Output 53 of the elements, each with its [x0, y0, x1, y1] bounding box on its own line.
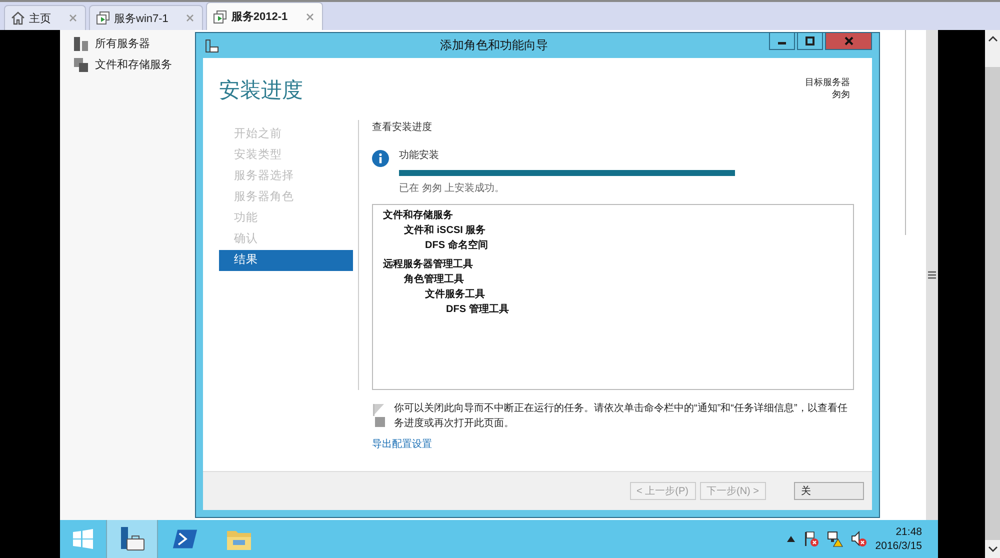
network-warning-icon[interactable] [827, 531, 844, 547]
result-item: DFS 管理工具 [446, 304, 509, 315]
browser-tab[interactable]: 主页 [4, 5, 86, 30]
export-link[interactable]: 导出配置设置 [372, 437, 432, 451]
maximize-button[interactable] [797, 33, 823, 50]
result-item: 文件和存储服务 [383, 210, 453, 221]
result-item: 文件和 iSCSI 服务 [404, 225, 486, 236]
wizard-icon [205, 38, 219, 52]
target-server-label: 目标服务器 [805, 76, 850, 88]
result-item: 文件服务工具 [425, 289, 485, 300]
note-text: 你可以关闭此向导而不中断正在运行的任务。请依次单击命令栏中的“通知”和“任务详细信息”，以查看任务进度或再次打开此页面。 [394, 402, 848, 431]
nav-item[interactable]: 所有服务器 [74, 36, 150, 51]
tab-label: 主页 [29, 12, 51, 26]
storage-icon [74, 58, 88, 72]
vm-icon [213, 10, 228, 24]
close-button[interactable] [825, 33, 872, 50]
maximize-icon [805, 36, 815, 46]
taskbar-app[interactable] [106, 520, 158, 558]
browser-tab[interactable]: 服务win7-1 [89, 5, 204, 30]
wizard-button[interactable]: 关 [794, 482, 864, 500]
wizard-step[interactable]: 结果 [219, 250, 353, 271]
scroll-down-icon[interactable] [988, 546, 998, 552]
task-label: 功能安装 [399, 148, 439, 162]
caret-icon[interactable] [787, 536, 796, 542]
home-icon [11, 11, 25, 25]
vm-icon [96, 11, 110, 25]
flag-icon [372, 404, 386, 428]
close-icon[interactable] [306, 12, 314, 20]
flag-error-icon[interactable] [803, 531, 820, 547]
clock-time[interactable]: 21:48 [896, 525, 922, 539]
section-title: 查看安装进度 [372, 120, 432, 134]
window-title: 添加角色和功能向导 [439, 37, 549, 54]
target-server-name: 匆匆 [832, 88, 850, 100]
scroll-up-icon[interactable] [988, 36, 998, 42]
page-heading: 安装进度 [219, 78, 303, 104]
server-manager-icon [118, 525, 146, 553]
nav-item[interactable]: 文件和存储服务 [74, 57, 172, 72]
result-item: 远程服务器管理工具 [383, 259, 473, 270]
tab-label: 服务2012-1 [231, 10, 288, 24]
result-item: DFS 命名空间 [425, 240, 488, 251]
close-icon [844, 36, 854, 46]
result-item: 角色管理工具 [404, 274, 464, 285]
clock-date[interactable]: 2016/3/15 [875, 539, 922, 553]
windows-logo-icon [73, 529, 93, 549]
servers-icon [74, 36, 88, 50]
splitter-handle[interactable] [926, 30, 938, 520]
speaker-muted-icon[interactable] [851, 531, 868, 547]
status-text: 已在 匆匆 上安装成功。 [399, 182, 505, 195]
browser-tab[interactable]: 服务2012-1 [206, 2, 323, 30]
tab-label: 服务win7-1 [114, 12, 168, 26]
info-icon [372, 150, 389, 167]
scrollbar[interactable] [985, 30, 1000, 558]
minimize-button[interactable] [769, 33, 795, 50]
